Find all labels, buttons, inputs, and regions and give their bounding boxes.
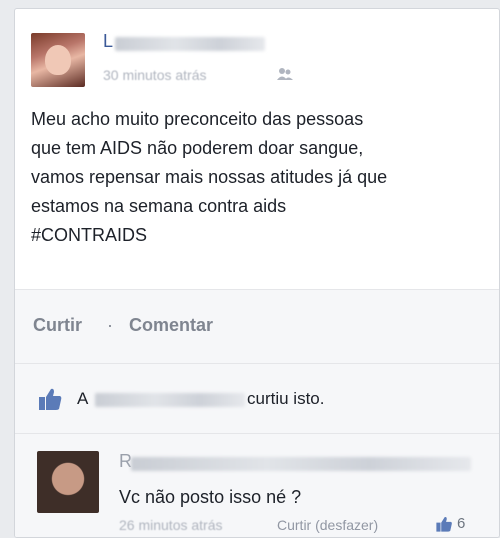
like-button[interactable]: Curtir <box>33 315 82 336</box>
post-timestamp[interactable]: 30 minutos atrás <box>103 67 207 83</box>
comment-text: Vc não posto isso né ? <box>119 487 302 507</box>
likes-suffix: curtiu isto. <box>247 389 325 408</box>
thumbs-up-icon <box>37 386 63 412</box>
comment-like-undo[interactable]: Curtir (desfazer) <box>277 517 378 533</box>
comment-timestamp[interactable]: 26 minutos atrás <box>119 517 223 533</box>
comment-like-count[interactable]: 6 <box>457 515 465 532</box>
actions-separator: · <box>107 315 113 335</box>
commenter-avatar[interactable] <box>37 451 99 513</box>
comment-button[interactable]: Comentar <box>129 315 213 336</box>
author-name-redacted <box>115 37 265 51</box>
liker-initial[interactable]: A <box>77 389 88 409</box>
liker-name-redacted <box>95 393 245 407</box>
post-actions-bar <box>15 289 499 364</box>
post-card: L 30 minutos atrás Meu acho muito precon… <box>14 8 500 538</box>
author-name-initial[interactable]: L <box>103 31 113 52</box>
post-body: Meu acho muito preconceito das pessoas q… <box>31 109 388 245</box>
author-avatar[interactable] <box>31 33 85 87</box>
commenter-name-redacted <box>131 457 471 471</box>
comment-thumbs-up-icon <box>435 515 453 537</box>
friends-icon <box>277 67 293 86</box>
